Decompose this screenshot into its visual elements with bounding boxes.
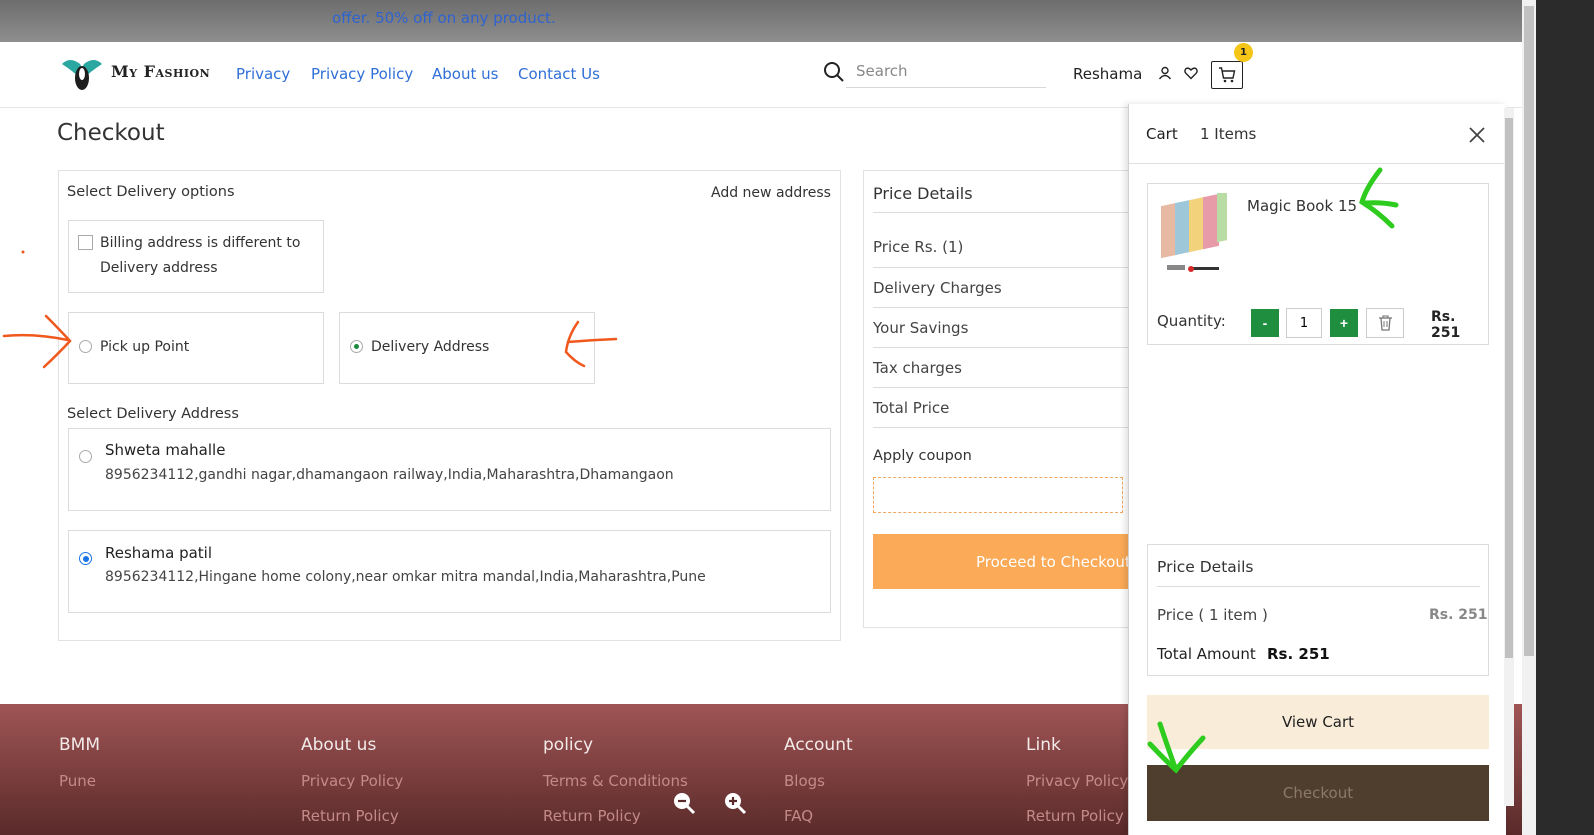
annotation-arrow-green: [1359, 167, 1399, 229]
annotation-arrow-green-down: [1147, 721, 1206, 774]
annotation-dot: [21, 250, 25, 254]
annotation-arrow-right: [2, 314, 72, 369]
annotation-overlay: [2, 167, 1399, 774]
annotation-arrow-left: [564, 320, 618, 368]
